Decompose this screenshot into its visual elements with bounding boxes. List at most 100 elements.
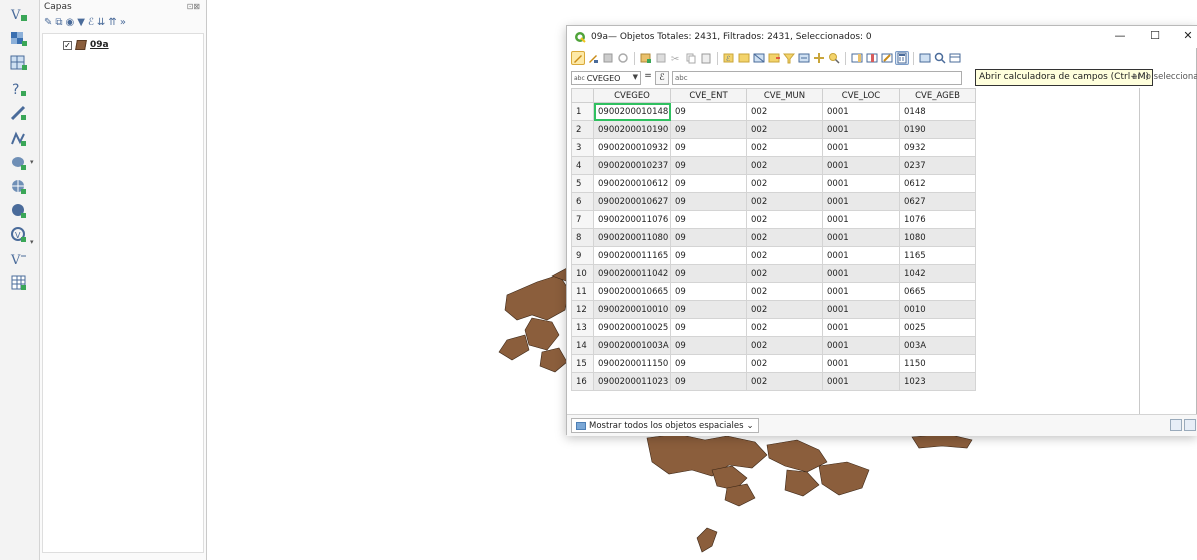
table-cell[interactable]: 002	[746, 192, 823, 211]
table-cell[interactable]: 0001	[822, 120, 900, 139]
table-cell[interactable]: 09	[670, 156, 747, 175]
table-cell[interactable]: 0001	[822, 354, 900, 373]
filter-value-input[interactable]: abc	[672, 71, 962, 85]
row-number[interactable]: 11	[571, 282, 594, 301]
table-cell[interactable]: 090020001003A	[593, 336, 671, 355]
add-vector-tile-icon[interactable]: V	[8, 248, 30, 270]
table-cell[interactable]: 002	[746, 120, 823, 139]
row-number[interactable]: 16	[571, 372, 594, 391]
table-cell[interactable]: 09	[670, 246, 747, 265]
window-titlebar[interactable]: 09a— Objetos Totales: 2431, Filtrados: 2…	[567, 26, 1197, 48]
row-number[interactable]: 7	[571, 210, 594, 229]
add-wms-icon[interactable]	[8, 128, 30, 150]
table-cell[interactable]: 0900200011080	[593, 228, 671, 247]
column-header[interactable]: CVE_LOC	[822, 88, 900, 103]
table-cell[interactable]: 0900200011023	[593, 372, 671, 391]
table-cell[interactable]: 0612	[899, 174, 976, 193]
table-row[interactable]: 16 0900200011023 09 002 0001 1023	[571, 372, 976, 391]
table-cell[interactable]: 003A	[899, 336, 976, 355]
row-number[interactable]: 13	[571, 318, 594, 337]
layer-visibility-checkbox[interactable]: ✓	[63, 40, 72, 50]
table-cell[interactable]: 0001	[822, 372, 900, 391]
table-row[interactable]: 13 0900200010025 09 002 0001 0025	[571, 318, 976, 337]
add-mesh-icon[interactable]	[8, 52, 30, 74]
actions-icon[interactable]	[918, 51, 932, 65]
delete-field-icon[interactable]	[865, 51, 879, 65]
add-wcs-icon[interactable]	[8, 200, 30, 222]
filter-selected-icon[interactable]	[782, 51, 796, 65]
select-by-expression-icon[interactable]: ℰ	[722, 51, 736, 65]
table-cell[interactable]: 0001	[822, 246, 900, 265]
table-cell[interactable]: 0900200011042	[593, 264, 671, 283]
table-cell[interactable]: 0190	[899, 120, 976, 139]
delete-feature-icon[interactable]	[654, 51, 668, 65]
cut-icon[interactable]: ✂	[669, 51, 683, 65]
table-cell[interactable]: 002	[746, 246, 823, 265]
table-cell[interactable]: 002	[746, 282, 823, 301]
table-cell[interactable]: 09	[670, 300, 747, 319]
attribute-table-grid[interactable]: CVEGEO CVE_ENT CVE_MUN CVE_LOC CVE_AGEB …	[571, 88, 1196, 414]
table-cell[interactable]: 0900200010190	[593, 120, 671, 139]
column-header[interactable]: CVEGEO	[593, 88, 671, 103]
table-cell[interactable]: 0900200011076	[593, 210, 671, 229]
table-cell[interactable]: 002	[746, 174, 823, 193]
table-cell[interactable]: 002	[746, 372, 823, 391]
layer-name[interactable]: 09a	[90, 40, 109, 50]
table-row[interactable]: 11 0900200010665 09 002 0001 0665	[571, 282, 976, 301]
table-cell[interactable]: 09	[670, 228, 747, 247]
table-cell[interactable]: 1150	[899, 354, 976, 373]
row-number[interactable]: 1	[571, 102, 594, 121]
corner-header[interactable]	[571, 88, 594, 103]
panel-dock-controls[interactable]: ⊡⊠	[187, 2, 200, 11]
add-delimited-text-icon[interactable]: ?	[8, 78, 30, 100]
row-number[interactable]: 15	[571, 354, 594, 373]
reload-icon[interactable]	[616, 51, 630, 65]
expression-builder-button[interactable]: ℰ	[655, 71, 669, 85]
table-row[interactable]: 2 0900200010190 09 002 0001 0190	[571, 120, 976, 139]
table-cell[interactable]: 0001	[822, 318, 900, 337]
row-number[interactable]: 9	[571, 246, 594, 265]
table-cell[interactable]: 0001	[822, 102, 900, 121]
table-cell[interactable]: 0001	[822, 300, 900, 319]
table-cell[interactable]: 002	[746, 318, 823, 337]
table-row[interactable]: 12 0900200010010 09 002 0001 0010	[571, 300, 976, 319]
table-cell[interactable]: 002	[746, 228, 823, 247]
table-row[interactable]: 7 0900200011076 09 002 0001 1076	[571, 210, 976, 229]
table-cell[interactable]: 0010	[899, 300, 976, 319]
table-cell[interactable]: 09	[670, 120, 747, 139]
new-vector-layer-icon[interactable]: V	[8, 4, 30, 26]
table-cell[interactable]: 002	[746, 210, 823, 229]
table-cell[interactable]: 002	[746, 156, 823, 175]
add-postgis-icon[interactable]	[8, 152, 30, 174]
table-cell[interactable]: 09	[670, 138, 747, 157]
field-selector[interactable]: abc CVEGEO ▼	[571, 71, 641, 85]
minimize-button[interactable]: —	[1108, 29, 1132, 45]
table-cell[interactable]: 1023	[899, 372, 976, 391]
row-number[interactable]: 14	[571, 336, 594, 355]
table-cell[interactable]: 09	[670, 210, 747, 229]
add-feature-icon[interactable]	[639, 51, 653, 65]
table-cell[interactable]: 1042	[899, 264, 976, 283]
table-cell[interactable]: 09	[670, 192, 747, 211]
table-cell[interactable]: 1165	[899, 246, 976, 265]
table-cell[interactable]: 002	[746, 102, 823, 121]
table-cell[interactable]: 002	[746, 336, 823, 355]
save-edits-icon[interactable]	[601, 51, 615, 65]
expand-all-icon[interactable]: ⇊	[97, 17, 105, 28]
table-row[interactable]: 9 0900200011165 09 002 0001 1165	[571, 246, 976, 265]
field-calculator-icon[interactable]	[895, 51, 909, 65]
row-number[interactable]: 5	[571, 174, 594, 193]
table-cell[interactable]: 002	[746, 354, 823, 373]
table-cell[interactable]: 0900200010665	[593, 282, 671, 301]
collapse-all-icon[interactable]: ⇈	[108, 17, 116, 28]
table-cell[interactable]: 0001	[822, 336, 900, 355]
more-icon[interactable]: »	[120, 17, 126, 28]
table-row[interactable]: 6 0900200010627 09 002 0001 0627	[571, 192, 976, 211]
new-field-icon[interactable]	[850, 51, 864, 65]
table-cell[interactable]: 0001	[822, 156, 900, 175]
table-row[interactable]: 8 0900200011080 09 002 0001 1080	[571, 228, 976, 247]
pan-to-selected-icon[interactable]	[812, 51, 826, 65]
table-cell[interactable]: 0900200010148	[593, 102, 671, 121]
move-selection-top-icon[interactable]	[797, 51, 811, 65]
add-virtual-layer-icon[interactable]: V	[8, 224, 30, 246]
